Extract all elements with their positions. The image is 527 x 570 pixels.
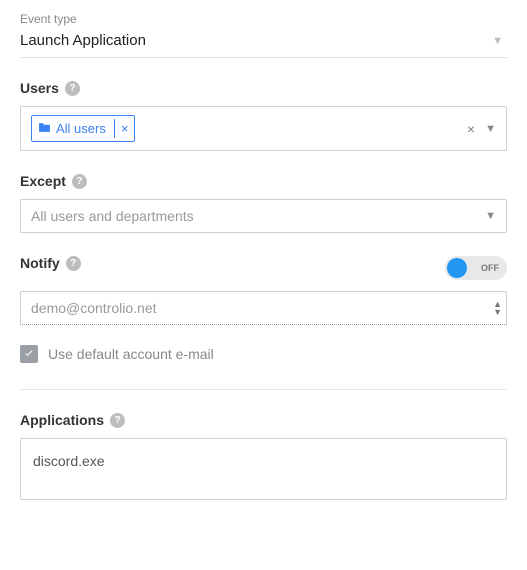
clear-icon[interactable]: × <box>467 121 475 137</box>
event-type-field: Event type Launch Application ▼ <box>20 12 507 58</box>
except-label: Except ? <box>20 173 507 189</box>
spinner-down-icon[interactable]: ▼ <box>493 308 502 316</box>
users-section: Users ? All users × × ▼ <box>20 80 507 151</box>
users-chip-all: All users × <box>31 115 135 142</box>
toggle-knob <box>447 258 467 278</box>
help-icon[interactable]: ? <box>110 413 125 428</box>
applications-value: discord.exe <box>33 453 105 469</box>
help-icon[interactable]: ? <box>72 174 87 189</box>
notify-label-text: Notify <box>20 255 60 271</box>
divider <box>20 389 507 390</box>
event-type-value: Launch Application <box>20 32 146 49</box>
applications-section: Applications ? discord.exe <box>20 412 507 500</box>
help-icon[interactable]: ? <box>65 81 80 96</box>
default-email-row[interactable]: Use default account e-mail <box>20 345 507 363</box>
applications-label-text: Applications <box>20 412 104 428</box>
help-icon[interactable]: ? <box>66 256 81 271</box>
applications-label: Applications ? <box>20 412 507 428</box>
except-placeholder: All users and departments <box>31 208 477 224</box>
users-controls: × ▼ <box>467 121 496 137</box>
except-section: Except ? All users and departments ▼ <box>20 173 507 233</box>
users-label: Users ? <box>20 80 507 96</box>
chevron-down-icon: ▼ <box>492 35 507 47</box>
chevron-down-icon[interactable]: ▼ <box>485 123 496 135</box>
notify-toggle[interactable]: OFF <box>445 256 507 280</box>
toggle-state-label: OFF <box>481 263 499 273</box>
except-label-text: Except <box>20 173 66 189</box>
event-type-select[interactable]: Launch Application ▼ <box>20 28 507 58</box>
chip-remove-icon[interactable]: × <box>114 119 135 138</box>
notify-section: Notify ? OFF demo@controlio.net ▲ ▼ Use … <box>20 255 507 363</box>
notify-label: Notify ? <box>20 255 81 271</box>
except-input[interactable]: All users and departments ▼ <box>20 199 507 233</box>
event-type-label: Event type <box>20 12 507 26</box>
default-email-checkbox[interactable] <box>20 345 38 363</box>
email-spinner: ▲ ▼ <box>493 300 502 316</box>
notify-email-input[interactable]: demo@controlio.net ▲ ▼ <box>20 291 507 325</box>
users-input[interactable]: All users × × ▼ <box>20 106 507 151</box>
chevron-down-icon[interactable]: ▼ <box>485 210 496 222</box>
default-email-label: Use default account e-mail <box>48 346 214 362</box>
folder-icon <box>38 122 51 136</box>
chip-label: All users <box>56 121 106 136</box>
applications-input[interactable]: discord.exe <box>20 438 507 500</box>
notify-email-value: demo@controlio.net <box>31 300 157 316</box>
users-label-text: Users <box>20 80 59 96</box>
